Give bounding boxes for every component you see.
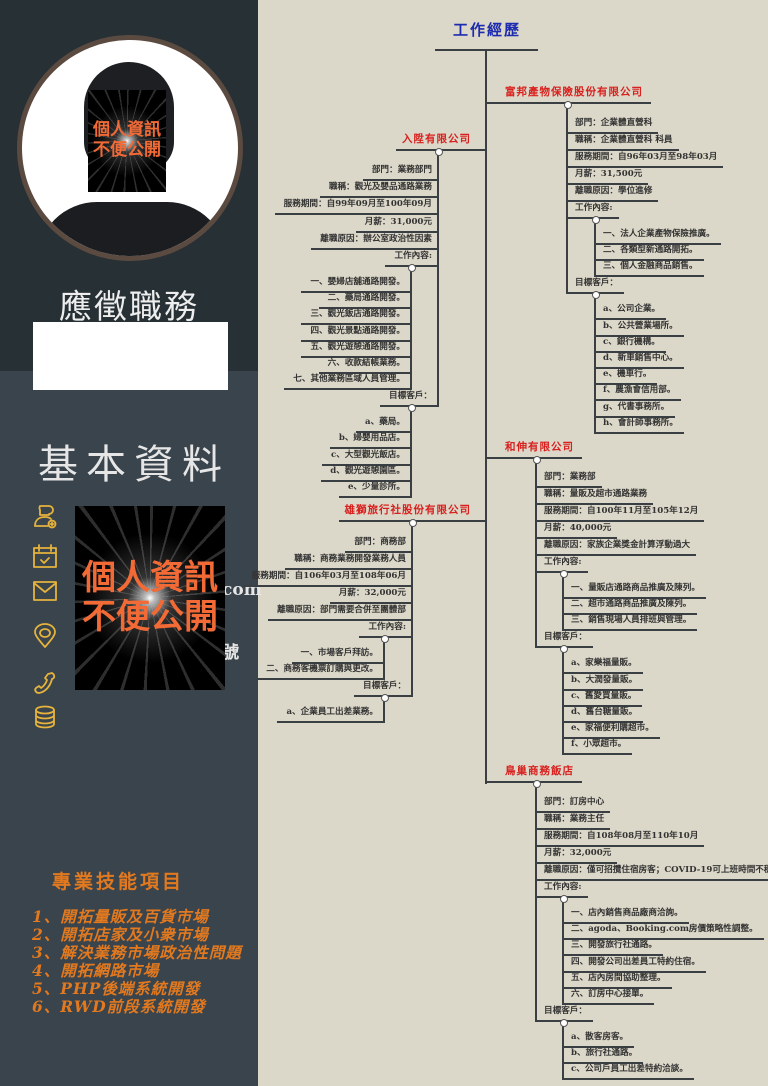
- client-branch-line: [410, 406, 412, 498]
- company-name: 入陞有限公司: [396, 130, 487, 151]
- company-branch-line: [535, 782, 537, 1022]
- photo-redaction: 個人資訊 不便公開: [88, 90, 166, 192]
- calendar-check-icon: [32, 543, 58, 569]
- redaction-text: 不便公開: [82, 597, 218, 637]
- branch-node: [533, 780, 541, 788]
- branch-node: [408, 264, 416, 272]
- client-item: h、會計師事務所。: [594, 415, 684, 434]
- work-experience-title: 工作經歷: [452, 21, 521, 39]
- branch-node: [560, 645, 568, 654]
- duty-branch-line: [410, 266, 412, 391]
- client-branch-line: [594, 293, 596, 434]
- job-heading: 應徵職務: [59, 287, 199, 326]
- duty-branch-line: [562, 572, 564, 632]
- branch-node: [435, 148, 443, 156]
- client-item: c、公司戶員工出差特約洽談。: [562, 1061, 694, 1081]
- detail-row: 月薪：31,000元: [355, 214, 439, 233]
- branch-node: [592, 291, 600, 300]
- contact-redaction: 個人資訊 不便公開: [75, 506, 225, 690]
- detail-row: 部門：業務部門: [362, 162, 439, 181]
- sidebar: 個人資訊 不便公開 應徵職務 基本資料 com 號 個人資訊 不便公開 專業技能…: [0, 0, 262, 1086]
- user-plus-icon: [32, 503, 58, 529]
- trunk-line: [485, 50, 487, 784]
- branch-node: [592, 216, 600, 224]
- client-item: e、少量診所。: [338, 479, 412, 498]
- redaction-text: 個人資訊: [93, 120, 161, 141]
- branch-node: [381, 694, 389, 703]
- photo-shoulders: [37, 202, 227, 256]
- detail-row: 服務期間：自99年09月至100年09月: [274, 196, 439, 216]
- branch-node: [408, 404, 416, 413]
- redaction-text: 個人資訊: [82, 557, 218, 598]
- database-icon: [32, 704, 58, 730]
- client-item: a、企業員工出差業務。: [277, 704, 385, 724]
- branch-node: [564, 101, 572, 109]
- branch-node: [560, 1019, 568, 1027]
- branch-node: [409, 519, 417, 527]
- client-item: f、小眾超市。: [562, 736, 633, 756]
- client-branch-line: [562, 1021, 564, 1081]
- branch-node: [560, 570, 568, 578]
- branch-node: [533, 456, 541, 464]
- detail-row: 職稱：觀光及嬰品通路業務: [319, 179, 439, 199]
- company-branch-line: [411, 521, 413, 698]
- skill-item: 6、RWD前段系統開發: [32, 997, 206, 1016]
- phone-icon: [32, 670, 58, 696]
- skills-title: 專業技能項目: [52, 871, 185, 893]
- detail-row: 離職原因：辦公室政治性因素: [311, 231, 439, 250]
- duty-branch-line: [383, 637, 385, 681]
- branch-node: [560, 895, 568, 903]
- company-branch-line: [535, 458, 537, 649]
- duty-branch-line: [594, 218, 596, 278]
- map-pin-icon: [32, 623, 58, 649]
- redaction-text: 不便公開: [93, 140, 161, 160]
- mail-icon: [32, 578, 58, 604]
- client-branch-line: [562, 647, 564, 756]
- company-branch-line: [437, 150, 439, 408]
- duty-branch-line: [562, 897, 564, 1005]
- company-branch-line: [566, 103, 568, 295]
- branch-node: [381, 635, 389, 643]
- job-position-box: [33, 322, 228, 390]
- basic-info-heading: 基本資料: [38, 442, 230, 488]
